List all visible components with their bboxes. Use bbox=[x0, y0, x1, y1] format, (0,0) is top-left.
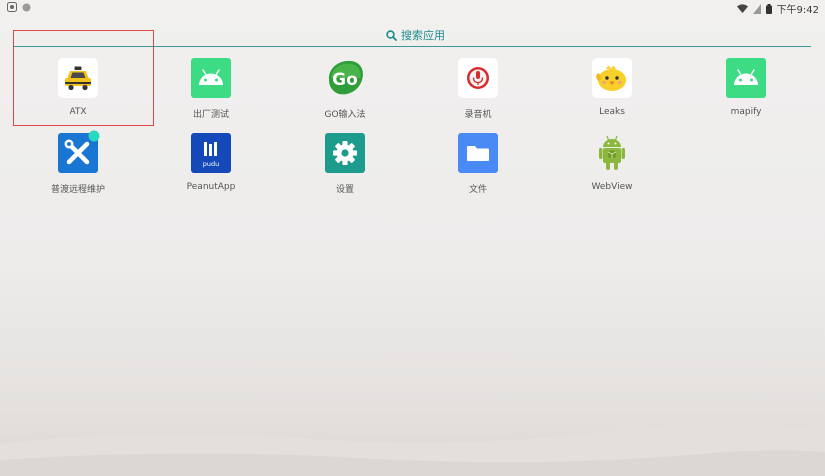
app-atx[interactable]: ATX bbox=[23, 58, 133, 118]
android-robot-icon bbox=[599, 135, 625, 170]
app-leaks[interactable]: Leaks bbox=[557, 58, 667, 118]
app-peanutapp[interactable]: pudu PeanutApp bbox=[156, 133, 266, 193]
android-icon bbox=[726, 58, 766, 98]
app-go-keyboard[interactable]: Go GO输入法 bbox=[290, 58, 400, 120]
app-label: ATX bbox=[69, 107, 87, 117]
app-files[interactable]: 文件 bbox=[423, 133, 533, 195]
sim-icon bbox=[7, 2, 17, 12]
notification-badge-icon bbox=[88, 130, 100, 142]
app-label: PeanutApp bbox=[186, 182, 236, 192]
search-apps-button[interactable]: 搜索应用 bbox=[386, 27, 445, 43]
app-webview[interactable]: WebView bbox=[557, 133, 667, 193]
go-keyboard-icon: Go bbox=[328, 60, 363, 95]
app-mapify[interactable]: mapify bbox=[691, 58, 801, 118]
battery-icon bbox=[765, 3, 772, 14]
app-label: WebView bbox=[591, 182, 633, 192]
app-recorder[interactable]: 录音机 bbox=[423, 58, 533, 120]
app-settings[interactable]: 设置 bbox=[290, 133, 400, 195]
app-label: 普渡远程维护 bbox=[50, 185, 105, 195]
app-label: 设置 bbox=[335, 185, 354, 195]
app-label: 文件 bbox=[468, 185, 487, 195]
app-remote-maintenance[interactable]: 普渡远程维护 bbox=[23, 130, 133, 195]
dot-icon bbox=[22, 3, 31, 11]
search-divider bbox=[13, 46, 811, 47]
app-label: Leaks bbox=[599, 107, 625, 117]
search-label: 搜索应用 bbox=[401, 29, 445, 42]
search-icon bbox=[386, 29, 397, 41]
status-time: 下午9:42 bbox=[776, 5, 819, 16]
gear-icon bbox=[325, 133, 365, 173]
microphone-icon bbox=[458, 58, 498, 98]
signal-icon bbox=[752, 3, 761, 14]
status-bar: 下午9:42 bbox=[0, 0, 825, 16]
android-icon bbox=[191, 58, 231, 98]
app-label: mapify bbox=[730, 107, 762, 117]
svg-text:Go: Go bbox=[332, 70, 358, 90]
pudu-icon: pudu bbox=[191, 133, 231, 173]
app-label: 出厂测试 bbox=[192, 110, 229, 120]
app-factory-test[interactable]: 出厂测试 bbox=[156, 58, 266, 120]
bird-icon bbox=[592, 58, 632, 98]
taxi-icon bbox=[58, 58, 98, 98]
folder-icon bbox=[458, 133, 498, 173]
app-label: GO输入法 bbox=[324, 110, 366, 120]
wifi-icon bbox=[736, 4, 748, 13]
pudu-icon-text: pudu bbox=[203, 160, 220, 168]
app-label: 录音机 bbox=[464, 110, 492, 120]
wallpaper-hills bbox=[0, 425, 825, 476]
